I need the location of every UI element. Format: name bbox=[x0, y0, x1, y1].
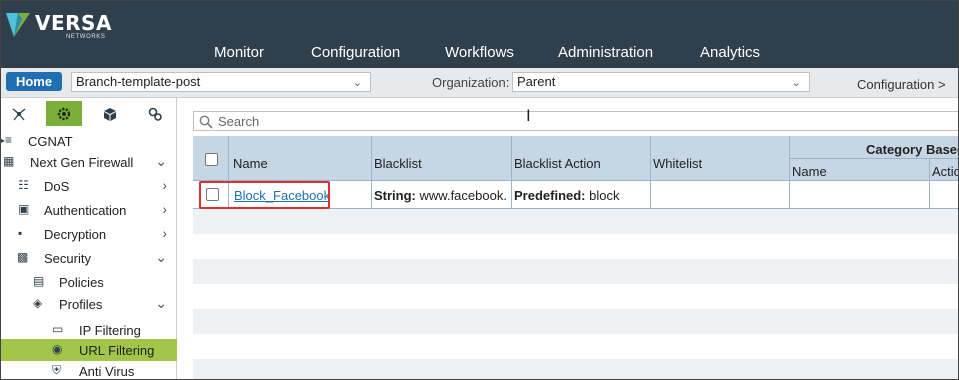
sidebar-item-label: Profiles bbox=[59, 297, 103, 312]
sidebar-item-label: Authentication bbox=[44, 203, 127, 218]
search-input[interactable] bbox=[218, 113, 718, 129]
sidebar-item-label: DoS bbox=[44, 179, 70, 194]
sidebar-item-label: Decryption bbox=[44, 227, 107, 242]
sidebar-item-dos[interactable]: ☷ DoS › bbox=[1, 175, 177, 197]
logo-subtitle: NETWORKS bbox=[66, 34, 106, 40]
chevron-down-icon: ⌄ bbox=[155, 153, 167, 169]
lock-icon: ▪ bbox=[18, 226, 23, 240]
sidebar-item-anti-virus[interactable]: ⛨ Anti Virus bbox=[1, 360, 177, 379]
sidebar-item-decryption[interactable]: ▪ Decryption › bbox=[1, 223, 177, 245]
empty-row bbox=[193, 284, 958, 309]
sidebar-item-security[interactable]: ▩ Security ⌄ bbox=[1, 247, 177, 269]
organization-label: Organization: bbox=[432, 75, 510, 90]
breadcrumb[interactable]: Configuration > bbox=[857, 77, 946, 92]
sidebar-item-label: Policies bbox=[59, 275, 104, 290]
search-icon[interactable] bbox=[199, 113, 213, 132]
sidebar-item-ip-filtering[interactable]: ▭ IP Filtering bbox=[1, 319, 177, 341]
app-window: VERSA NETWORKS Monitor Configuration Wor… bbox=[0, 0, 959, 380]
sidebar-item-label: Next Gen Firewall bbox=[30, 155, 134, 170]
header-category-name[interactable]: Name bbox=[792, 164, 827, 179]
search-box bbox=[193, 111, 958, 132]
chevron-right-icon: › bbox=[162, 177, 167, 193]
sidebar-item-label: Anti Virus bbox=[79, 364, 135, 379]
sidebar-item-next-gen-firewall[interactable]: ▦ Next Gen Firewall ⌄ bbox=[1, 151, 177, 173]
nav-monitor[interactable]: Monitor bbox=[214, 44, 264, 61]
empty-row bbox=[193, 209, 958, 234]
template-select[interactable]: Branch-template-post ⌄ bbox=[71, 72, 371, 92]
profiles-icon: ◈ bbox=[33, 296, 43, 310]
network-icon[interactable] bbox=[1, 101, 37, 126]
chevron-right-icon: › bbox=[162, 201, 167, 217]
sidebar-item-policies[interactable]: ▤ Policies bbox=[1, 271, 177, 293]
sidebar-item-label: IP Filtering bbox=[79, 323, 141, 338]
cgnat-icon: ▸≡ bbox=[0, 133, 13, 147]
versa-logo-icon bbox=[6, 13, 30, 37]
header-whitelist[interactable]: Whitelist bbox=[653, 156, 702, 171]
highlight-box bbox=[199, 181, 330, 209]
template-select-value: Branch-template-post bbox=[76, 74, 201, 89]
nav-workflows[interactable]: Workflows bbox=[445, 44, 514, 61]
chevron-down-icon: ⌄ bbox=[155, 295, 167, 311]
versa-logo[interactable]: VERSA NETWORKS bbox=[4, 7, 114, 41]
action-value: block bbox=[589, 188, 620, 203]
header-blacklist[interactable]: Blacklist bbox=[374, 156, 422, 171]
gear-icon[interactable] bbox=[46, 101, 82, 126]
antivirus-icon: ⛨ bbox=[52, 363, 62, 377]
blacklist-prefix: String: bbox=[374, 188, 416, 203]
sidebar-item-label: Security bbox=[44, 251, 91, 266]
header-category-action[interactable]: Actio bbox=[932, 164, 958, 179]
select-all-checkbox[interactable] bbox=[205, 153, 218, 166]
chevron-right-icon: › bbox=[162, 225, 167, 241]
header-blacklist-action[interactable]: Blacklist Action bbox=[514, 156, 601, 171]
organization-select-value: Parent bbox=[517, 74, 556, 89]
sidebar-item-url-filtering[interactable]: ◉ URL Filtering bbox=[1, 339, 177, 361]
header-category-based-group: Category Based A bbox=[866, 142, 958, 157]
url-filter-icon: ◉ bbox=[52, 342, 63, 356]
home-button[interactable]: Home bbox=[6, 72, 62, 91]
main-nav: Monitor Configuration Workflows Administ… bbox=[1, 44, 958, 62]
nav-configuration[interactable]: Configuration bbox=[311, 44, 400, 61]
empty-row bbox=[193, 259, 958, 284]
action-prefix: Predefined: bbox=[514, 188, 586, 203]
blacklist-cell: String: www.facebook.... bbox=[374, 188, 508, 203]
policies-icon: ▤ bbox=[33, 274, 45, 288]
empty-row bbox=[193, 334, 958, 359]
organization-select[interactable]: Parent ⌄ bbox=[512, 72, 810, 92]
chevron-down-icon: ⌄ bbox=[155, 249, 167, 265]
text-cursor-icon: I bbox=[526, 106, 531, 125]
nav-analytics[interactable]: Analytics bbox=[700, 44, 760, 61]
header-divider bbox=[789, 158, 958, 159]
sidebar-item-profiles[interactable]: ◈ Profiles ⌄ bbox=[1, 293, 177, 315]
sidebar-tabs bbox=[1, 101, 177, 126]
auth-icon: ▣ bbox=[18, 202, 30, 216]
nav-administration[interactable]: Administration bbox=[558, 44, 653, 61]
url-filtering-table: Name Blacklist Blacklist Action Whitelis… bbox=[193, 136, 958, 379]
sidebar-item-authentication[interactable]: ▣ Authentication › bbox=[1, 199, 177, 221]
context-toolbar: Home Branch-template-post ⌄ Organization… bbox=[1, 68, 958, 98]
empty-row bbox=[193, 234, 958, 259]
sidebar-item-label: CGNAT bbox=[28, 134, 73, 149]
logo-wordmark: VERSA bbox=[35, 11, 112, 35]
settings-icon[interactable] bbox=[137, 101, 173, 126]
empty-row bbox=[193, 309, 958, 334]
sidebar-item-cgnat[interactable]: ▸≡ CGNAT bbox=[1, 130, 177, 152]
empty-row bbox=[193, 359, 958, 379]
sidebar-item-label: URL Filtering bbox=[79, 343, 155, 358]
security-icon: ▩ bbox=[17, 250, 29, 264]
header-name[interactable]: Name bbox=[233, 156, 268, 171]
chevron-down-icon: ⌄ bbox=[791, 77, 801, 89]
dos-icon: ☷ bbox=[18, 178, 29, 192]
box-icon[interactable] bbox=[92, 101, 128, 126]
top-navigation-bar: VERSA NETWORKS Monitor Configuration Wor… bbox=[1, 1, 958, 68]
firewall-icon: ▦ bbox=[3, 154, 15, 168]
ip-filter-icon: ▭ bbox=[52, 322, 64, 336]
blacklist-action-cell: Predefined: block bbox=[514, 188, 648, 203]
blacklist-value: www.facebook.... bbox=[419, 188, 508, 203]
chevron-down-icon: ⌄ bbox=[352, 77, 362, 89]
sidebar: ▸≡ CGNAT ▦ Next Gen Firewall ⌄ ☷ DoS › ▣… bbox=[1, 98, 177, 379]
